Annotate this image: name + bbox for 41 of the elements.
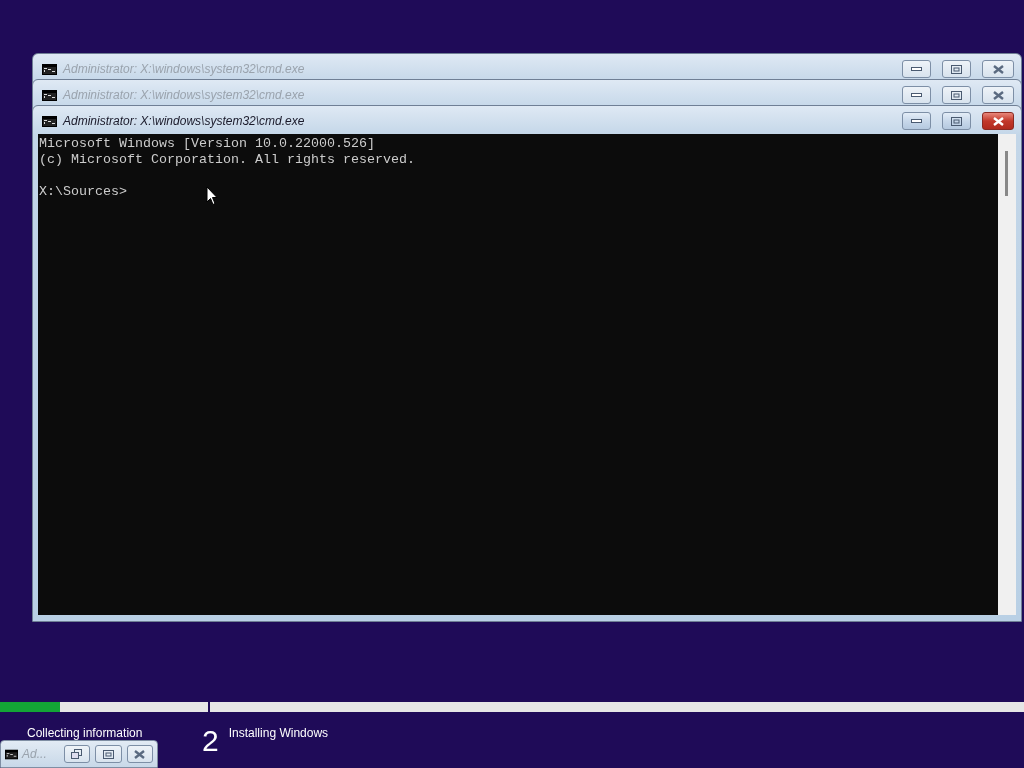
window-title: Administrator: X:\windows\system32\cmd.exe xyxy=(63,114,305,128)
minimize-button[interactable] xyxy=(902,86,931,104)
restore-button[interactable] xyxy=(63,745,91,763)
step-number: 2 xyxy=(202,723,219,758)
maximize-button[interactable] xyxy=(942,60,971,78)
minimize-icon xyxy=(911,66,922,72)
minimize-button[interactable] xyxy=(902,60,931,78)
scrollbar[interactable] xyxy=(998,134,1016,615)
close-icon xyxy=(992,90,1004,100)
console-line: X:\Sources> xyxy=(39,184,127,200)
console-icon xyxy=(42,115,57,127)
minimize-button[interactable] xyxy=(902,112,931,130)
minimized-window[interactable]: Ad... xyxy=(0,740,158,768)
console-line: Microsoft Windows [Version 10.0.22000.526] xyxy=(39,136,375,152)
close-button[interactable] xyxy=(982,112,1014,130)
window-title: Ad... xyxy=(22,747,48,761)
maximize-button[interactable] xyxy=(95,745,122,763)
pointer-icon xyxy=(206,186,218,206)
window-title: Administrator: X:\windows\system32\cmd.exe xyxy=(63,88,305,102)
maximize-icon xyxy=(102,749,114,759)
maximize-icon xyxy=(951,116,962,126)
maximize-button[interactable] xyxy=(942,112,971,130)
console-icon xyxy=(5,748,19,760)
console-line: (c) Microsoft Corporation. All rights reserved. xyxy=(39,152,415,168)
close-button[interactable] xyxy=(982,60,1014,78)
maximize-button[interactable] xyxy=(942,86,971,104)
console-icon xyxy=(42,63,57,75)
maximize-icon xyxy=(951,64,962,74)
window-title: Administrator: X:\windows\system32\cmd.exe xyxy=(63,62,305,76)
maximize-icon xyxy=(951,90,962,100)
step-label: Installing Windows xyxy=(228,725,329,740)
close-button[interactable] xyxy=(982,86,1014,104)
step-label: Collecting information xyxy=(27,725,143,740)
restore-icon xyxy=(71,749,83,759)
console-icon xyxy=(42,89,57,101)
close-button[interactable] xyxy=(126,745,153,763)
minimize-icon xyxy=(911,92,922,98)
minimize-icon xyxy=(911,118,922,124)
close-icon xyxy=(992,116,1004,126)
close-icon xyxy=(992,64,1004,74)
close-icon xyxy=(134,749,146,759)
